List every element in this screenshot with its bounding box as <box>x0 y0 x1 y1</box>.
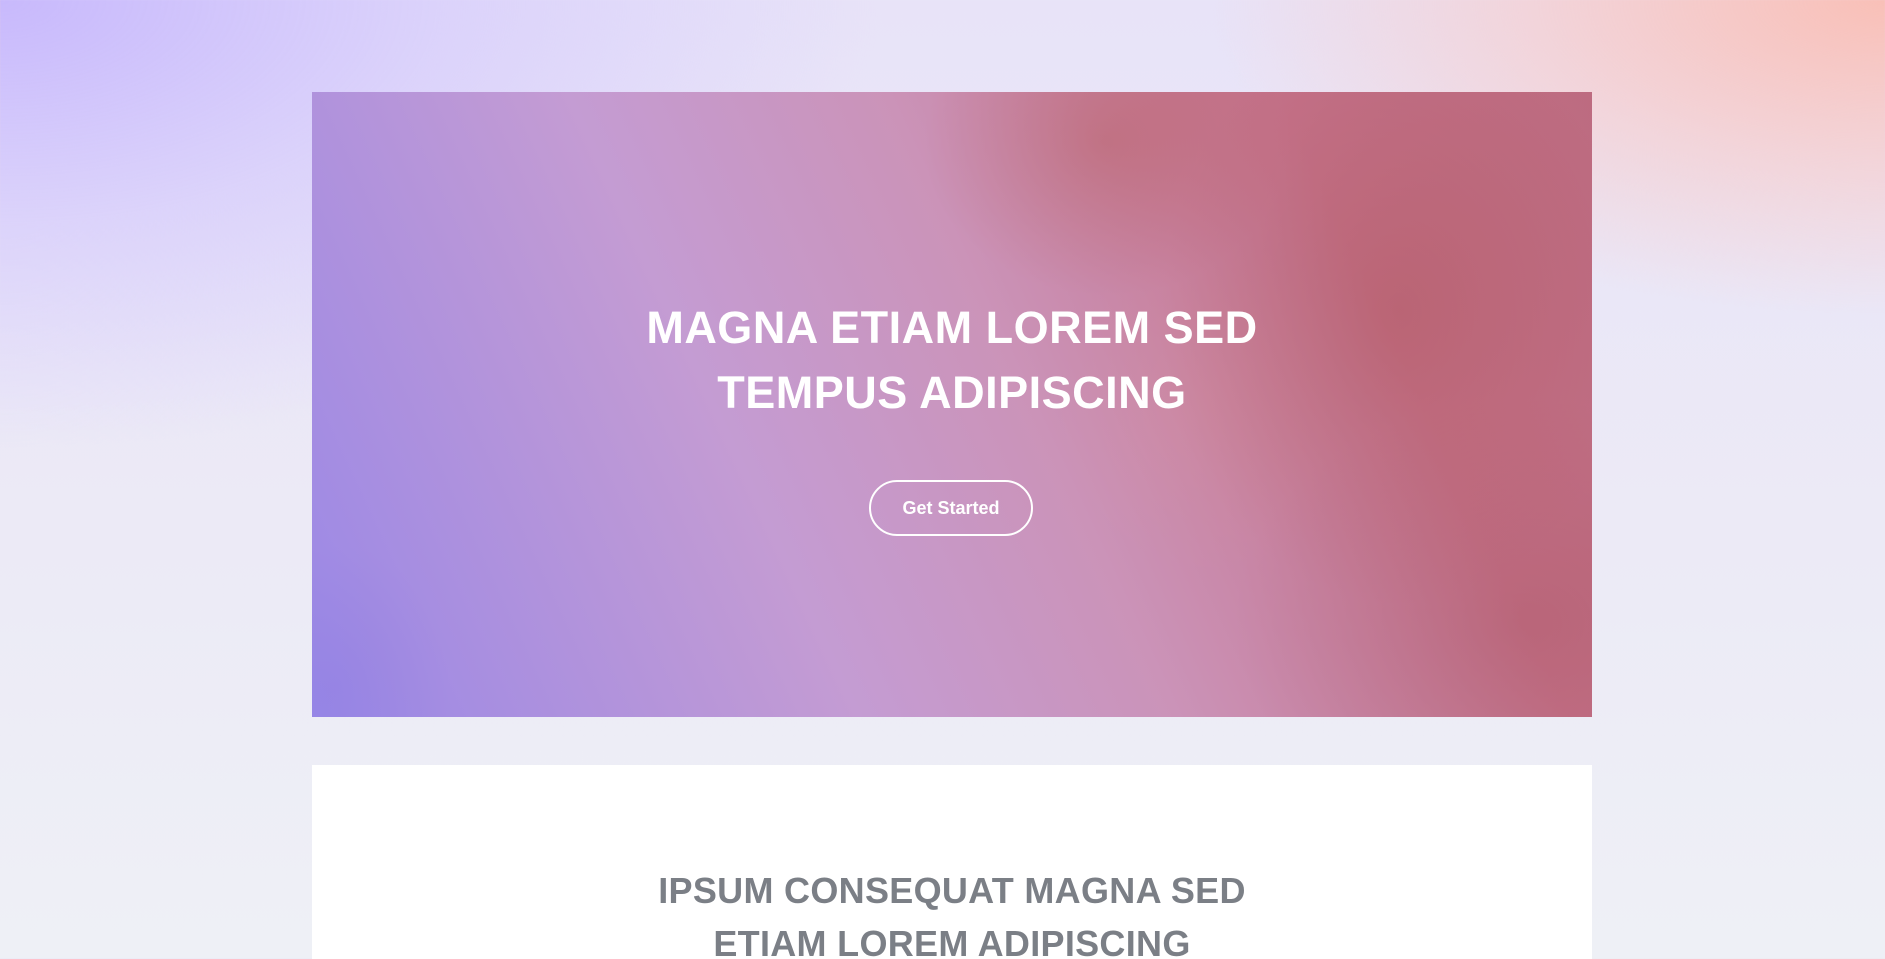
section-title-line-2: ETIAM LOREM ADIPISCING <box>713 923 1191 959</box>
hero-banner: MAGNA ETIAM LOREM SED TEMPUS ADIPISCING … <box>312 92 1592 717</box>
hero-content: MAGNA ETIAM LOREM SED TEMPUS ADIPISCING … <box>312 92 1592 717</box>
hero-title-line-1: MAGNA ETIAM LOREM SED <box>646 302 1258 353</box>
hero-title-line-2: TEMPUS ADIPISCING <box>717 367 1187 418</box>
section-title: IPSUM CONSEQUAT MAGNA SED ETIAM LOREM AD… <box>312 864 1592 959</box>
get-started-button[interactable]: Get Started <box>869 480 1033 536</box>
content-section: IPSUM CONSEQUAT MAGNA SED ETIAM LOREM AD… <box>312 765 1592 959</box>
hero-title: MAGNA ETIAM LOREM SED TEMPUS ADIPISCING <box>312 295 1592 425</box>
section-title-line-1: IPSUM CONSEQUAT MAGNA SED <box>658 870 1246 911</box>
